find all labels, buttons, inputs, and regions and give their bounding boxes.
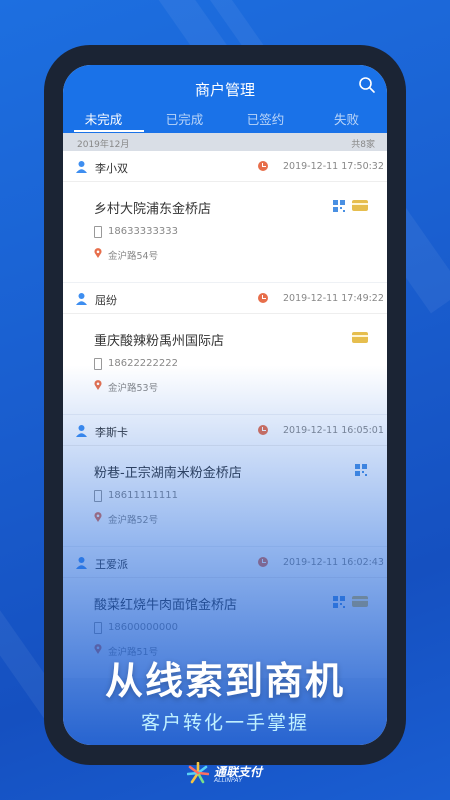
card-header: 李斯卡 2019-12-11 16:05:01 [63, 415, 387, 446]
shop-name: 粉巷-正宗湖南米粉金桥店 [94, 466, 242, 481]
card-body: 粉巷-正宗湖南米粉金桥店 18611111111 金沪路52号 [63, 446, 387, 546]
active-tab-indicator [74, 130, 144, 132]
phone-number: 18600000000 [108, 622, 178, 633]
phone-icon [94, 358, 102, 370]
tab-incomplete[interactable]: 未完成 [63, 109, 144, 131]
contact-name: 王爱派 [95, 558, 128, 571]
qr-icon [333, 596, 345, 608]
clock-icon [258, 161, 268, 171]
allinpay-logo-icon [187, 762, 209, 784]
address: 金沪路52号 [108, 515, 159, 526]
clock-icon [258, 425, 268, 435]
phone-number: 18633333333 [108, 226, 178, 237]
promo-subline: 客户转化一手掌握 [140, 712, 309, 734]
card-header: 屈纷 2019-12-11 17:49:22 [63, 283, 387, 314]
contact-name: 李斯卡 [95, 426, 128, 439]
page-title: 商户管理 [194, 81, 255, 99]
person-icon [76, 161, 87, 173]
person-icon [76, 293, 87, 305]
card-header: 李小双 2019-12-11 17:50:32 [63, 151, 387, 182]
clock-icon [258, 557, 268, 567]
bank-card-icon [352, 332, 368, 343]
card-timestamp: 2019-12-11 16:05:01 [283, 425, 384, 436]
search-icon[interactable] [357, 75, 377, 95]
location-pin-icon [94, 380, 102, 390]
location-pin-icon [94, 248, 102, 258]
group-header: 2019年12月 共8家 [63, 133, 387, 151]
clock-icon [258, 293, 268, 303]
card-timestamp: 2019-12-11 17:49:22 [283, 293, 384, 304]
bank-card-icon [352, 200, 368, 211]
shop-name: 重庆酸辣粉禹州国际店 [94, 334, 225, 349]
group-date: 2019年12月 [77, 140, 130, 150]
address: 金沪路53号 [108, 383, 159, 394]
tab-bar: 未完成 已完成 已签约 失败 [63, 109, 387, 131]
phone-icon [94, 226, 102, 238]
phone-icon [94, 490, 102, 502]
tab-failed[interactable]: 失败 [306, 109, 387, 131]
shop-name: 乡村大院浦东金桥店 [94, 202, 212, 217]
address: 金沪路54号 [108, 251, 159, 262]
card-timestamp: 2019-12-11 16:02:43 [283, 557, 384, 568]
contact-name: 屈纷 [95, 294, 117, 307]
phone-number: 18611111111 [108, 490, 178, 501]
tab-signed[interactable]: 已签约 [225, 109, 306, 131]
card-body: 重庆酸辣粉禹州国际店 18622222222 金沪路53号 [63, 314, 387, 414]
phone-icon [94, 622, 102, 634]
person-icon [76, 425, 87, 437]
contact-name: 李小双 [95, 162, 128, 175]
phone-number: 18622222222 [108, 358, 178, 369]
card-body: 乡村大院浦东金桥店 18633333333 金沪路54号 [63, 182, 387, 282]
group-count: 共8家 [351, 140, 375, 150]
location-pin-icon [94, 512, 102, 522]
merchant-card[interactable]: 屈纷 2019-12-11 17:49:22 重庆酸辣粉禹州国际店 186222… [63, 283, 387, 414]
merchant-card[interactable]: 李斯卡 2019-12-11 16:05:01 粉巷-正宗湖南米粉金桥店 186… [63, 415, 387, 546]
card-header: 王爱派 2019-12-11 16:02:43 [63, 547, 387, 578]
promo-headline: 从线索到商机 [104, 659, 345, 703]
card-timestamp: 2019-12-11 17:50:32 [283, 161, 384, 172]
person-icon [76, 557, 87, 569]
brand-name-en: ALLINPAY [214, 777, 243, 784]
tab-completed[interactable]: 已完成 [144, 109, 225, 131]
merchant-card[interactable]: 李小双 2019-12-11 17:50:32 乡村大院浦东金桥店 186333… [63, 151, 387, 282]
app-screen: 商户管理 未完成 已完成 已签约 失败 2019年12月 共8家 李小双 201… [63, 65, 387, 745]
qr-icon [355, 464, 367, 476]
bank-card-icon [352, 596, 368, 607]
qr-icon [333, 200, 345, 212]
shop-name: 酸菜红烧牛肉面馆金桥店 [94, 598, 238, 613]
